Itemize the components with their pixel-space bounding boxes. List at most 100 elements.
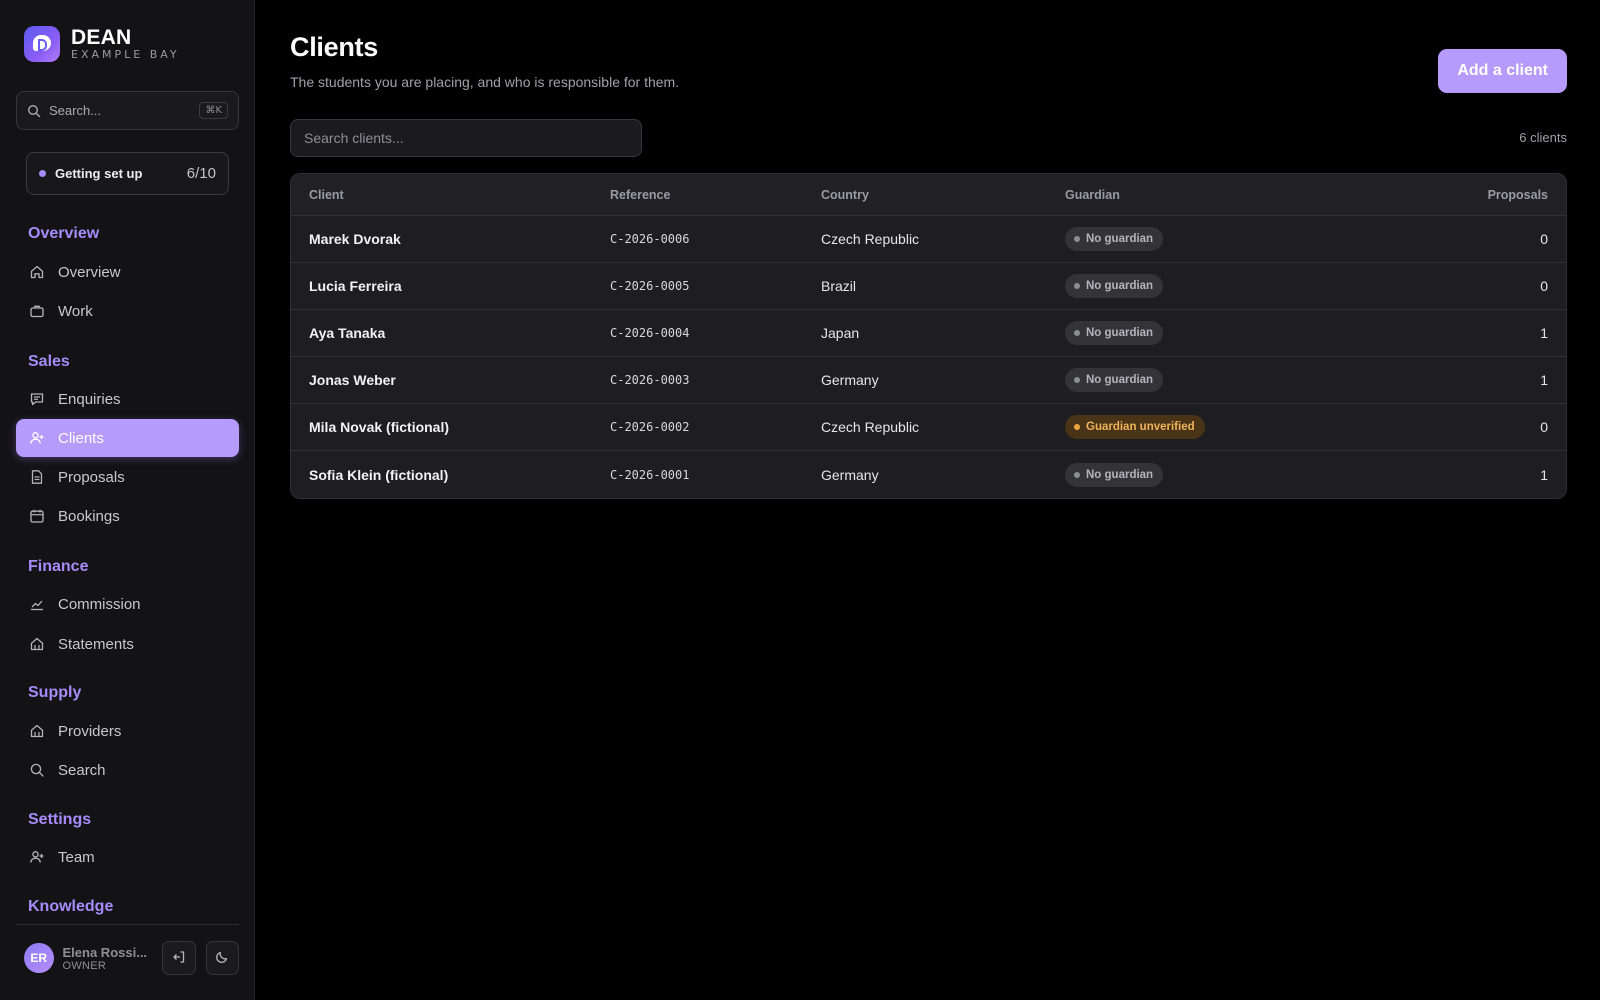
table-row[interactable]: Marek Dvorak C-2026-0006 Czech Republic … [291, 216, 1566, 263]
home-icon [28, 263, 46, 281]
page-title: Clients [290, 32, 378, 62]
sidebar-item-search[interactable]: Search [16, 751, 239, 789]
sidebar-item-label: Statements [58, 635, 134, 653]
client-reference: C-2026-0004 [610, 326, 690, 340]
client-name[interactable]: Aya Tanaka [291, 325, 610, 341]
sidebar-item-label: Enquiries [58, 390, 121, 408]
proposals-count: 1 [1540, 372, 1548, 388]
calendar-icon [28, 507, 46, 525]
add-client-button[interactable]: Add a client [1438, 49, 1567, 93]
column-header-proposals[interactable]: Proposals [1365, 188, 1566, 202]
user-name: Elena Rossi... [62, 944, 148, 960]
section-supply: Supply [28, 684, 82, 701]
guardian-status-badge: Guardian unverified [1065, 415, 1205, 439]
sign-out-icon [172, 950, 186, 967]
status-dot [1074, 330, 1080, 336]
client-reference: C-2026-0006 [610, 232, 690, 246]
client-country: Brazil [821, 278, 857, 294]
client-country: Czech Republic [821, 231, 920, 247]
setup-label: Getting set up [55, 166, 143, 181]
user-plus-icon [28, 429, 46, 447]
guardian-status-label: No guardian [1086, 327, 1154, 339]
brand-subtitle: EXAMPLE BAY [71, 48, 180, 61]
briefcase-icon [28, 302, 46, 320]
client-name[interactable]: Sofia Klein (fictional) [291, 467, 610, 483]
user-bar: ER Elena Rossi... OWNER [24, 941, 240, 975]
sidebar: DEAN EXAMPLE BAY Search... ⌘K Getting se… [0, 0, 255, 1000]
table-row[interactable]: Aya Tanaka C-2026-0004 Japan No guardian… [291, 310, 1566, 357]
client-count: 6 clients [1519, 130, 1567, 145]
sidebar-item-label: Team [58, 848, 95, 866]
client-search-input[interactable]: Search clients... [290, 119, 642, 157]
table-row[interactable]: Sofia Klein (fictional) C-2026-0001 Germ… [291, 451, 1566, 498]
brand[interactable]: DEAN EXAMPLE BAY [24, 26, 180, 62]
client-name[interactable]: Mila Novak (fictional) [291, 419, 610, 435]
sidebar-item-providers[interactable]: Providers [16, 712, 239, 750]
sidebar-item-label: Commission [58, 595, 141, 613]
client-reference: C-2026-0005 [610, 279, 690, 293]
page-subtitle: The students you are placing, and who is… [290, 74, 680, 90]
user-divider [16, 924, 239, 925]
status-dot [1074, 471, 1080, 478]
sidebar-item-commission[interactable]: Commission [16, 585, 239, 623]
sidebar-item-label: Clients [58, 429, 104, 447]
proposals-count: 0 [1540, 278, 1548, 294]
sidebar-item-statements[interactable]: Statements [16, 625, 239, 663]
sidebar-item-team[interactable]: Team [16, 838, 239, 876]
brand-name: DEAN [71, 26, 132, 49]
status-dot [1074, 236, 1080, 242]
building-icon [28, 635, 46, 653]
proposals-count: 0 [1540, 231, 1548, 247]
avatar[interactable]: ER [24, 943, 54, 973]
search-icon [27, 104, 41, 118]
setup-progress: 6/10 [186, 165, 216, 182]
clients-table: Client Reference Country Guardian Propos… [290, 173, 1567, 499]
client-reference: C-2026-0003 [610, 373, 690, 387]
sidebar-item-proposals[interactable]: Proposals [16, 458, 239, 496]
client-country: Germany [821, 372, 879, 388]
sidebar-item-label: Work [58, 302, 93, 320]
section-finance: Finance [28, 558, 89, 575]
column-header-reference[interactable]: Reference [610, 188, 821, 202]
client-reference: C-2026-0002 [610, 420, 690, 434]
message-icon [28, 390, 46, 408]
sidebar-item-label: Bookings [58, 507, 120, 525]
client-name[interactable]: Marek Dvorak [291, 231, 610, 247]
sidebar-item-label: Providers [58, 722, 122, 740]
trend-chart-icon [28, 595, 46, 613]
user-plus-icon [28, 848, 46, 866]
section-knowledge: Knowledge [28, 898, 114, 915]
sidebar-item-work[interactable]: Work [16, 292, 239, 330]
dean-logo-icon [24, 26, 60, 62]
client-country: Czech Republic [821, 419, 920, 435]
client-name[interactable]: Jonas Weber [291, 372, 610, 388]
search-icon [28, 761, 46, 779]
sign-out-button[interactable] [162, 941, 196, 975]
table-row[interactable]: Mila Novak (fictional) C-2026-0002 Czech… [291, 404, 1566, 451]
sidebar-search-placeholder: Search... [49, 103, 102, 118]
sidebar-item-clients[interactable]: Clients [16, 419, 239, 457]
table-header: Client Reference Country Guardian Propos… [291, 174, 1566, 216]
table-row[interactable]: Lucia Ferreira C-2026-0005 Brazil No gua… [291, 263, 1566, 310]
building-icon [28, 722, 46, 740]
sidebar-item-enquiries[interactable]: Enquiries [16, 380, 239, 418]
sidebar-search[interactable]: Search... ⌘K [16, 91, 239, 130]
sidebar-item-label: Proposals [58, 468, 125, 486]
column-header-client[interactable]: Client [291, 188, 610, 202]
table-row[interactable]: Jonas Weber C-2026-0003 Germany No guard… [291, 357, 1566, 404]
column-header-country[interactable]: Country [821, 188, 1065, 202]
getting-set-up-card[interactable]: Getting set up 6/10 [26, 152, 229, 195]
theme-toggle-button[interactable] [205, 941, 240, 975]
guardian-status-badge: No guardian [1065, 321, 1164, 345]
status-dot [1074, 424, 1080, 430]
document-icon [28, 468, 46, 486]
client-reference: C-2026-0001 [610, 467, 690, 482]
client-name[interactable]: Lucia Ferreira [291, 278, 610, 294]
sidebar-item-label: Overview [58, 263, 121, 281]
guardian-status-badge: No guardian [1065, 274, 1164, 298]
column-header-guardian[interactable]: Guardian [1065, 188, 1365, 202]
sidebar-item-bookings[interactable]: Bookings [16, 497, 239, 535]
sidebar-item-overview[interactable]: Overview [16, 253, 239, 291]
proposals-count: 1 [1540, 325, 1548, 341]
guardian-status-label: No guardian [1086, 280, 1154, 292]
